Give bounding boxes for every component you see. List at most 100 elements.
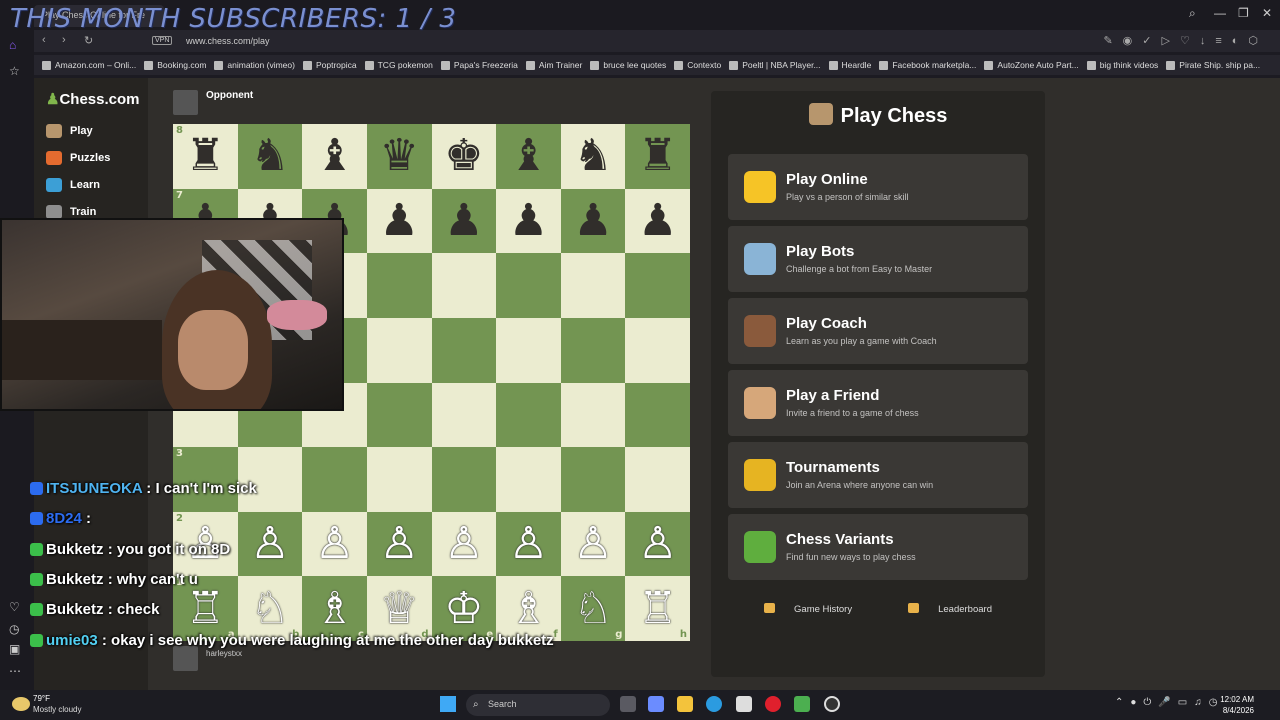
bookmark-item[interactable]: Booking.com [144, 55, 214, 75]
minimize-icon[interactable]: — [1214, 6, 1226, 20]
board-square[interactable]: ♟ [496, 188, 561, 254]
taskbar-search[interactable]: ⌕ Search [466, 694, 610, 716]
bookmark-item[interactable]: bruce lee quotes [590, 55, 674, 75]
chess-logo[interactable]: ♟Chess.com [46, 90, 140, 108]
bookmark-item[interactable]: Amazon.com – Onli... [42, 55, 144, 75]
board-square[interactable] [560, 382, 626, 448]
nav-item-train[interactable]: Train [46, 205, 96, 219]
board-square[interactable]: ♝ [496, 124, 561, 189]
chess-piece[interactable]: ♟ [444, 198, 483, 243]
board-square[interactable]: ♟ [366, 188, 432, 254]
store-icon[interactable] [736, 696, 752, 712]
bookmark-item[interactable]: Facebook marketpla... [879, 55, 984, 75]
chess-piece[interactable]: ♚ [444, 134, 483, 178]
board-square[interactable] [431, 317, 497, 383]
board-square[interactable]: ♞ [560, 124, 626, 189]
bookmark-item[interactable]: TCG pokemon [364, 55, 441, 75]
board-square[interactable] [496, 447, 561, 512]
option-play-a-friend[interactable]: Play a Friend Invite a friend to a game o… [728, 370, 1028, 436]
obs-icon[interactable] [824, 696, 840, 712]
forward-icon[interactable]: › [62, 34, 66, 46]
board-square[interactable] [625, 317, 690, 383]
link-leaderboard[interactable]: Leaderboard [894, 603, 1006, 615]
bookmark-item[interactable]: AutoZone Auto Part... [984, 55, 1086, 75]
bookmark-item[interactable]: Papa's Freezeria [440, 55, 526, 75]
board-square[interactable]: ♙ [366, 511, 432, 577]
maximize-icon[interactable]: ❐ [1238, 6, 1249, 20]
board-square[interactable]: ♙ [431, 511, 497, 577]
board-square[interactable] [366, 253, 432, 318]
nav-item-learn[interactable]: Learn [46, 178, 100, 192]
board-square[interactable] [431, 447, 497, 512]
board-square[interactable]: ♞ [237, 124, 303, 189]
board-square[interactable] [625, 382, 690, 448]
weather-icon[interactable] [12, 697, 30, 711]
chess-piece[interactable]: ♟ [573, 198, 612, 243]
option-play-online[interactable]: Play Online Play vs a person of similar s… [728, 154, 1028, 220]
chess-piece[interactable]: ♞ [573, 134, 612, 178]
board-square[interactable]: ♜ [625, 124, 690, 189]
nav-item-play[interactable]: Play [46, 124, 93, 138]
board-square[interactable]: ♙ [302, 511, 367, 577]
toolbar-icons[interactable]: ✎◉✓▷♡↓≡◐⬡ [1103, 34, 1268, 47]
board-square[interactable]: g ♘ [560, 576, 626, 641]
chess-piece[interactable]: ♕ [379, 586, 418, 631]
start-button[interactable] [440, 696, 456, 712]
bookmark-item[interactable]: Heardle [828, 55, 880, 75]
edge-icon[interactable] [706, 696, 722, 712]
link-game-history[interactable]: Game History [750, 603, 866, 615]
bookmark-item[interactable]: Contexto [674, 55, 729, 75]
bookmark-item[interactable]: animation (vimeo) [214, 55, 303, 75]
more-icon[interactable]: ⋯ [9, 664, 21, 678]
chess-piece[interactable]: ♝ [315, 134, 354, 178]
board-square[interactable] [496, 382, 561, 448]
chess-piece[interactable]: ♙ [573, 522, 612, 566]
chess-piece[interactable]: ♗ [315, 586, 354, 631]
board-square[interactable] [496, 317, 561, 383]
close-icon[interactable]: ✕ [1262, 6, 1272, 20]
board-square[interactable]: ♟ [560, 188, 626, 254]
heart-icon[interactable]: ♡ [9, 600, 20, 614]
chess-piece[interactable]: ♟ [638, 198, 677, 243]
url-field[interactable]: VPN www.chess.com/play [152, 33, 1092, 49]
board-square[interactable]: h ♖ [625, 576, 690, 641]
board-square[interactable]: ♟ [431, 188, 497, 254]
vpn-badge[interactable]: VPN [152, 36, 173, 45]
clock[interactable]: 12:02 AM 8/4/2026 [1220, 694, 1254, 716]
chess-piece[interactable]: ♗ [509, 586, 548, 631]
bookmark-item[interactable]: Poptropica [302, 55, 365, 75]
bookmark-item[interactable]: Poeltl | NBA Player... [729, 55, 828, 75]
board-square[interactable]: ♙ [625, 511, 690, 577]
chess-piece[interactable]: ♞ [250, 134, 289, 178]
board-square[interactable]: 8 ♜ [173, 124, 238, 189]
board-square[interactable]: ♟ [625, 188, 690, 254]
chess-piece[interactable]: ♟ [379, 198, 418, 243]
board-square[interactable]: ♚ [431, 124, 497, 189]
board-square[interactable]: ♙ [496, 511, 561, 577]
chess-piece[interactable]: ♝ [509, 134, 548, 178]
board-square[interactable] [560, 317, 626, 383]
star-icon[interactable]: ☆ [9, 64, 20, 78]
chess-piece[interactable]: ♜ [638, 134, 677, 178]
bookmark-item[interactable]: Aim Trainer [525, 55, 590, 75]
board-square[interactable] [431, 253, 497, 318]
chess-piece[interactable]: ♟ [509, 198, 548, 243]
board-square[interactable]: ♝ [302, 124, 367, 189]
board-square[interactable]: ♛ [366, 124, 432, 189]
board-square[interactable] [366, 382, 432, 448]
board-square[interactable] [625, 447, 690, 512]
search-icon[interactable]: ⌕ [1189, 6, 1196, 21]
nav-item-puzzles[interactable]: Puzzles [46, 151, 110, 165]
home-icon[interactable]: ⌂ [9, 38, 16, 52]
bookmark-item[interactable]: Pirate Ship. ship pa... [1166, 55, 1268, 75]
option-play-coach[interactable]: Play Coach Learn as you play a game with … [728, 298, 1028, 364]
opera-icon[interactable] [765, 696, 781, 712]
file-explorer-icon[interactable] [677, 696, 693, 712]
chess-piece[interactable]: ♙ [379, 522, 418, 566]
chess-piece[interactable]: ♙ [315, 522, 354, 566]
chess-piece[interactable]: ♙ [638, 522, 677, 566]
board-square[interactable] [560, 447, 626, 512]
option-chess-variants[interactable]: Chess Variants Find fun new ways to play … [728, 514, 1028, 580]
system-tray[interactable]: ⌃●⏻🎤▭♫◷ [1115, 697, 1224, 708]
minecraft-icon[interactable] [794, 696, 810, 712]
